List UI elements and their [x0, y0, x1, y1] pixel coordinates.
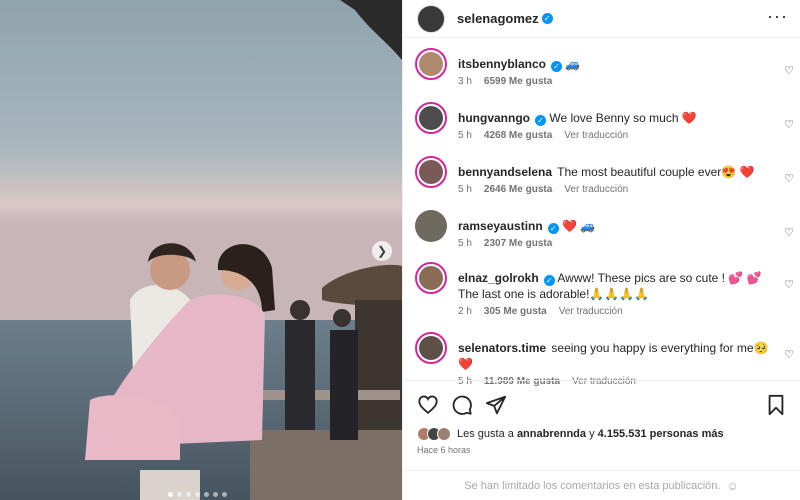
- post-sidebar: selenagomez ✓ ··· itsbennyblanco ✓ 🚙 3 h 6…: [402, 0, 800, 500]
- liker-avatars: [417, 427, 451, 441]
- comment-item: bennyandselena The most beautiful couple…: [403, 156, 800, 210]
- avatar[interactable]: [415, 332, 447, 364]
- comment-likes[interactable]: 305 Me gusta: [484, 306, 547, 317]
- comment-username[interactable]: selenators.time: [458, 341, 546, 355]
- likes-count[interactable]: 4.155.531 personas más: [598, 428, 724, 440]
- comment-like-icon[interactable]: ♡: [784, 226, 794, 239]
- avatar[interactable]: [417, 4, 445, 33]
- comment-likes[interactable]: 2646 Me gusta: [484, 184, 552, 195]
- verified-icon: ✓: [535, 115, 546, 126]
- comment-username[interactable]: hungvanngo: [458, 111, 530, 125]
- carousel-dot: [213, 492, 218, 497]
- post-modal: ❯ selenagomez ✓ ··· itsbennyblanco ✓ 🚙 3…: [0, 0, 800, 500]
- carousel-dot: [204, 492, 209, 497]
- post-photo: ❯: [0, 0, 402, 500]
- comment-time: 5 h: [458, 184, 472, 195]
- carousel-dot: [168, 492, 173, 497]
- comment-time: 5 h: [458, 130, 472, 141]
- liker-username[interactable]: annabrennda: [517, 428, 586, 440]
- next-photo-button[interactable]: ❯: [372, 241, 392, 261]
- comment-username[interactable]: ramseyaustinn: [458, 219, 543, 233]
- likes-mid: y: [589, 428, 595, 440]
- comment-likes[interactable]: 6599 Me gusta: [484, 76, 552, 87]
- comment-likes[interactable]: 4268 Me gusta: [484, 130, 552, 141]
- carousel-dot: [222, 492, 227, 497]
- verified-icon: ✓: [547, 223, 559, 234]
- chevron-right-icon: ❯: [376, 244, 388, 258]
- comment-username[interactable]: itsbennyblanco: [458, 57, 546, 71]
- comment-time: 5 h: [458, 238, 472, 249]
- carousel-dots: [168, 492, 227, 497]
- comment-like-icon[interactable]: ♡: [784, 278, 794, 291]
- heart-icon[interactable]: [417, 394, 439, 416]
- comment-like-icon[interactable]: ♡: [784, 172, 794, 185]
- avatar[interactable]: [415, 156, 447, 188]
- comment-icon[interactable]: [451, 394, 473, 416]
- bookmark-icon[interactable]: [766, 394, 786, 416]
- smiley-icon[interactable]: ☺: [726, 479, 738, 493]
- verified-icon: ✓: [551, 61, 563, 72]
- verified-icon: ✓: [541, 13, 553, 24]
- avatar[interactable]: [415, 48, 447, 80]
- comment-time: 2 h: [458, 306, 472, 317]
- comment-text: The most beautiful couple ever😍 ❤️: [557, 165, 755, 179]
- post-time: Hace 6 horas: [417, 445, 471, 455]
- comment-item: elnaz_golrokh ✓ Awww! These pics are so c…: [403, 262, 800, 332]
- comment-text: We love Benny so much ❤️: [549, 111, 697, 125]
- comment-time: 3 h: [458, 76, 472, 87]
- verified-icon: ✓: [543, 275, 555, 286]
- avatar: [437, 427, 451, 441]
- more-horizontal-icon[interactable]: ···: [767, 6, 788, 27]
- translate-link[interactable]: Ver traducción: [559, 306, 623, 317]
- send-icon[interactable]: [485, 394, 507, 416]
- comment-item: ramseyaustinn ✓ ❤️ 🚙 5 h 2307 Me gusta ♡: [403, 210, 800, 262]
- limited-text: Se han limitado los comentarios en esta …: [464, 479, 721, 492]
- comment-username[interactable]: bennyandselena: [458, 165, 552, 179]
- carousel-dot: [177, 492, 182, 497]
- post-header: selenagomez ✓ ···: [403, 0, 800, 38]
- comment-item: itsbennyblanco ✓ 🚙 3 h 6599 Me gusta ♡: [403, 48, 800, 102]
- likes-prefix: Les gusta a: [457, 428, 514, 440]
- avatar[interactable]: [415, 102, 447, 134]
- comment-text: 🚙: [565, 57, 581, 71]
- carousel-dot: [195, 492, 200, 497]
- comment-item: hungvanngo ✓ We love Benny so much ❤️ 5 h…: [403, 102, 800, 156]
- comment-username[interactable]: elnaz_golrokh: [458, 271, 539, 285]
- comment-like-icon[interactable]: ♡: [784, 64, 794, 77]
- likes-summary: Les gusta a annabrennda y 4.155.531 pers…: [403, 419, 800, 441]
- author-username[interactable]: selenagomez: [457, 11, 539, 26]
- comments-limited-notice: Se han limitado los comentarios en esta …: [403, 470, 800, 500]
- comment-likes[interactable]: 2307 Me gusta: [484, 238, 552, 249]
- translate-link[interactable]: Ver traducción: [564, 130, 628, 141]
- comment-like-icon[interactable]: ♡: [784, 348, 794, 361]
- avatar[interactable]: [415, 262, 447, 294]
- comment-like-icon[interactable]: ♡: [784, 118, 794, 131]
- avatar[interactable]: [415, 210, 447, 242]
- comments-list: itsbennyblanco ✓ 🚙 3 h 6599 Me gusta ♡ hun…: [403, 38, 800, 387]
- comment-item: selenators.time seeing you happy is ever…: [403, 332, 800, 387]
- comment-text: ❤️ 🚙: [562, 219, 596, 233]
- translate-link[interactable]: Ver traducción: [564, 184, 628, 195]
- photo-image: [0, 0, 402, 500]
- carousel-dot: [186, 492, 191, 497]
